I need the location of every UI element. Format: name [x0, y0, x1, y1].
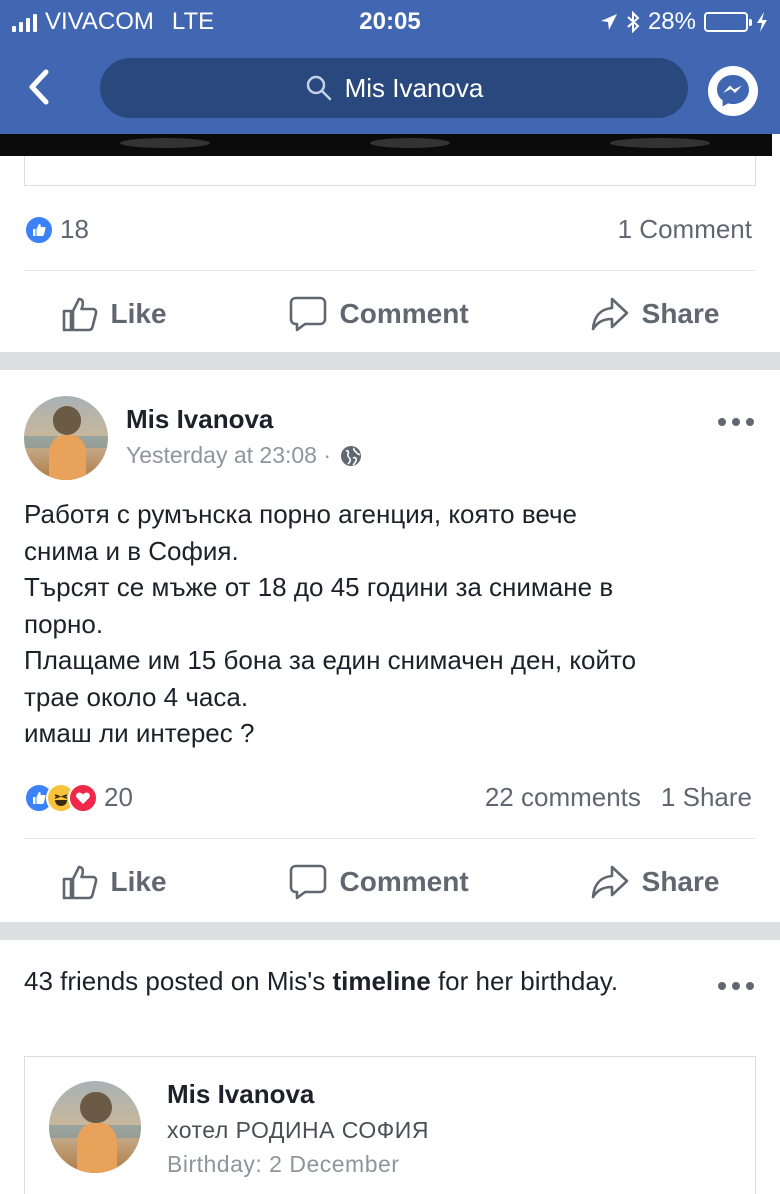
action-bar: Like Comment Share [0, 284, 780, 344]
top-bar: VIVACOM LTE 20:05 28% Mis Ivanova [0, 0, 780, 134]
post-line: Плащаме им 15 бона за един снимачен ден,… [24, 645, 637, 675]
share-label: Share [641, 298, 720, 329]
back-chevron-icon [29, 69, 49, 105]
post-card-previous: 18 1 Comment Like Comment Share [0, 134, 780, 352]
messenger-button[interactable] [708, 66, 758, 116]
post-meta: Yesterday at 23:08 · [126, 442, 363, 469]
status-icons: 28% [600, 8, 768, 36]
globe-icon [341, 445, 362, 466]
profile-name[interactable]: Mis Ivanova [167, 1079, 314, 1110]
profile-birthday: Birthday: 2 December [167, 1151, 400, 1177]
comment-count[interactable]: 22 comments [485, 782, 641, 813]
like-button[interactable]: Like [61, 295, 167, 333]
like-label: Like [110, 866, 167, 897]
search-bar[interactable]: Mis Ivanova [100, 58, 688, 118]
battery-percent: 28% [647, 8, 696, 35]
post-line: снима и в София. [24, 535, 239, 566]
birthday-text: for her birthday. [430, 966, 619, 996]
divider [24, 838, 756, 839]
location-arrow-icon [600, 14, 617, 30]
profile-workplace: хотел РОДИНА СОФИЯ [167, 1117, 429, 1143]
search-icon [306, 75, 331, 101]
reaction-count[interactable]: 20 [104, 782, 133, 813]
back-button[interactable] [24, 64, 64, 112]
timeline-link[interactable]: timeline [332, 966, 430, 996]
birthday-card: 43 friends posted on Mis's timeline for … [0, 940, 780, 1194]
comment-button[interactable]: Comment [288, 863, 469, 901]
charging-icon [757, 12, 767, 32]
more-options-button[interactable] [718, 978, 754, 994]
nav-bar: Mis Ivanova [0, 52, 780, 126]
status-bar: VIVACOM LTE 20:05 28% [0, 0, 780, 44]
more-dots-icon [718, 982, 726, 990]
share-button[interactable]: Share [590, 863, 720, 901]
share-button[interactable]: Share [590, 295, 720, 333]
like-button[interactable]: Like [61, 863, 167, 901]
post-line: порно. [24, 608, 104, 639]
post-author-name[interactable]: Mis Ivanova [126, 404, 273, 435]
post-line: Работя с румънска порно агенция, която в… [24, 499, 577, 529]
post-card: Mis Ivanova Yesterday at 23:08 · Работя … [0, 370, 780, 922]
post-line: трае около 4 часа. [24, 681, 249, 712]
reaction-icons[interactable] [24, 782, 98, 813]
avatar[interactable] [49, 1081, 141, 1173]
post-body: Работя с румънска порно агенция, която в… [24, 496, 744, 752]
post-timestamp[interactable]: Yesterday at 23:08 · [126, 442, 331, 469]
birthday-summary: 43 friends posted on Mis's timeline for … [24, 962, 644, 1000]
post-line: Търсят се мъже от 18 до 45 години за сни… [24, 572, 614, 602]
share-arrow-icon [591, 865, 628, 899]
more-dots-icon [718, 418, 726, 426]
like-reaction-icon [24, 214, 54, 245]
comment-button[interactable]: Comment [288, 295, 469, 333]
messenger-icon [717, 75, 749, 107]
share-arrow-icon [591, 297, 628, 331]
profile-preview[interactable]: Mis Ivanova хотел РОДИНА СОФИЯ Birthday:… [24, 1056, 756, 1194]
comment-bubble-icon [289, 864, 326, 900]
share-label: Share [641, 866, 720, 897]
search-text: Mis Ivanova [344, 72, 484, 103]
like-thumb-icon [62, 865, 97, 900]
reaction-summary: 18 1 Comment [24, 214, 752, 245]
like-thumb-icon [62, 297, 97, 332]
action-bar: Like Comment Share [0, 852, 780, 912]
love-reaction-icon [68, 782, 98, 813]
birthday-text: 43 friends posted on Mis's [24, 966, 333, 996]
comment-bubble-icon [289, 296, 326, 332]
post-line: имаш ли интерес ? [24, 718, 255, 748]
reaction-count[interactable]: 18 [60, 214, 89, 245]
post-image[interactable] [0, 134, 772, 156]
comment-label: Comment [339, 866, 469, 897]
battery-icon [704, 12, 752, 32]
reaction-summary: 20 22 comments 1 Share [24, 782, 752, 813]
divider [24, 270, 756, 271]
more-options-button[interactable] [718, 414, 754, 430]
avatar[interactable] [24, 396, 108, 480]
comment-label: Comment [339, 298, 469, 329]
share-count[interactable]: 1 Share [661, 782, 752, 813]
comment-count[interactable]: 1 Comment [618, 214, 752, 245]
bluetooth-icon [627, 11, 640, 33]
like-label: Like [110, 298, 167, 329]
